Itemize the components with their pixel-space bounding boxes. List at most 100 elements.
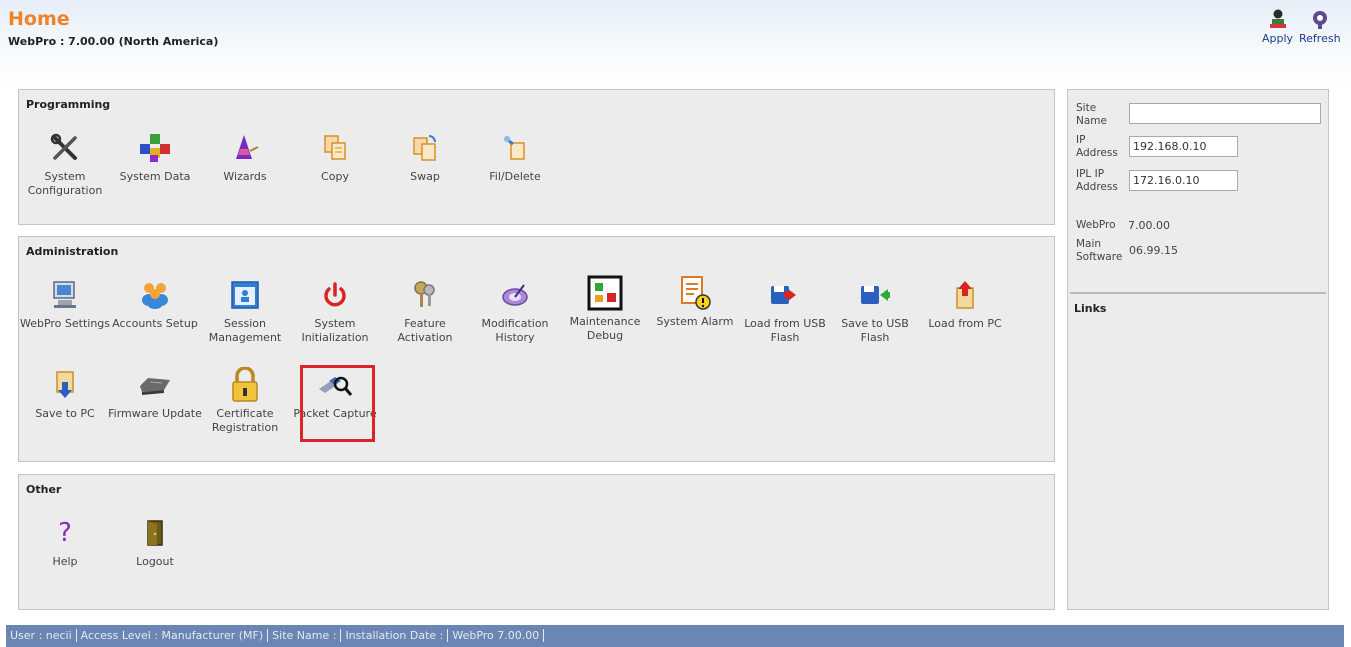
colored-cubes-icon [137, 130, 173, 166]
item-label: Accounts Setup [112, 317, 198, 330]
save-to-usb-flash-item[interactable]: Save to USB Flash [833, 277, 917, 345]
system-data-item[interactable]: System Data [113, 130, 197, 184]
keys-icon [407, 277, 443, 313]
help-item[interactable]: ? Help [23, 515, 107, 569]
status-installation-date: Installation Date : [345, 629, 449, 642]
ip-address-label: IP Address [1076, 134, 1118, 159]
item-label: Save to PC [35, 407, 95, 420]
fill-delete-icon [497, 130, 533, 166]
copy-icon [317, 130, 353, 166]
item-label: System Data [119, 170, 191, 183]
help-icon: ? [58, 518, 72, 548]
system-alarm-item[interactable]: System Alarm [653, 275, 737, 329]
refresh-label: Refresh [1299, 32, 1341, 45]
item-label: Certificate Registration [211, 407, 279, 434]
page-header: Home WebPro : 7.00.00 (North America) Ap… [0, 0, 1351, 86]
tools-icon [47, 130, 83, 166]
debug-icon [587, 275, 623, 311]
firmware-icon [137, 367, 173, 403]
wizard-hat-icon [227, 130, 263, 166]
item-label: Modification History [481, 317, 549, 344]
programming-title: Programming [26, 98, 111, 111]
item-label: System Alarm [656, 315, 734, 328]
status-access-level: Access Level : Manufacturer (MF) [80, 629, 269, 642]
item-label: Swap [410, 170, 440, 183]
session-management-item[interactable]: Session Management [203, 277, 287, 345]
swap-icon [407, 130, 443, 166]
fill-delete-item[interactable]: Fil/Delete [473, 130, 557, 184]
apply-button[interactable]: Apply [1262, 8, 1293, 45]
padlock-icon [227, 367, 263, 403]
swap-item[interactable]: Swap [383, 130, 467, 184]
door-icon [137, 515, 173, 551]
site-name-field[interactable] [1129, 103, 1321, 124]
load-usb-icon [767, 277, 803, 313]
history-icon [497, 277, 533, 313]
accounts-setup-item[interactable]: Accounts Setup [112, 277, 198, 331]
other-title: Other [26, 483, 62, 496]
item-label: Firmware Update [108, 407, 202, 420]
site-info-panel: Site Name IP Address IPL IP Address WebP… [1067, 89, 1329, 610]
maintenance-debug-item[interactable]: Maintenance Debug [563, 275, 647, 343]
ip-address-field[interactable] [1129, 136, 1238, 157]
ipl-ip-address-label: IPL IP Address [1076, 168, 1118, 193]
power-icon [317, 277, 353, 313]
save-to-pc-item[interactable]: Save to PC [23, 367, 107, 421]
logout-item[interactable]: Logout [113, 515, 197, 569]
site-name-label: Site Name [1076, 102, 1107, 127]
ipl-ip-address-field[interactable] [1129, 170, 1238, 191]
version-subtitle: WebPro : 7.00.00 (North America) [8, 35, 219, 48]
load-pc-icon [947, 277, 983, 313]
apply-icon [1269, 9, 1286, 28]
administration-title: Administration [26, 245, 119, 258]
item-label: Feature Activation [397, 317, 453, 344]
status-site-name: Site Name : [272, 629, 342, 642]
copy-item[interactable]: Copy [293, 130, 377, 184]
firmware-update-item[interactable]: Firmware Update [108, 367, 202, 421]
feature-activation-item[interactable]: Feature Activation [383, 277, 467, 345]
modification-history-item[interactable]: Modification History [473, 277, 557, 345]
item-label: Help [52, 555, 78, 568]
packet-capture-item[interactable]: Packet Capture [293, 367, 377, 421]
system-configuration-item[interactable]: System Configuration [23, 130, 107, 198]
item-label: Load from USB Flash [744, 317, 826, 344]
item-label: Packet Capture [293, 407, 377, 420]
packet-capture-icon [317, 367, 353, 403]
load-from-usb-flash-item[interactable]: Load from USB Flash [743, 277, 827, 345]
links-title: Links [1074, 302, 1107, 315]
item-label: System Initialization [301, 317, 369, 344]
status-version: WebPro 7.00.00 [452, 629, 545, 642]
main-software-label: Main Software [1076, 238, 1123, 263]
item-label: WebPro Settings [19, 317, 111, 330]
other-panel: Other ? Help Logout [18, 474, 1055, 610]
item-label: Maintenance Debug [569, 315, 641, 342]
webpro-version-label: WebPro [1076, 219, 1116, 231]
wizards-item[interactable]: Wizards [203, 130, 287, 184]
apply-label: Apply [1262, 32, 1294, 45]
system-initialization-item[interactable]: System Initialization [293, 277, 377, 345]
status-bar: User : necii Access Level : Manufacturer … [6, 625, 1344, 647]
administration-panel: Administration WebPro Settings Accounts [18, 236, 1055, 462]
refresh-button[interactable]: Refresh [1299, 8, 1341, 45]
status-user: User : necii [10, 629, 77, 642]
computer-icon [47, 277, 83, 313]
page-title: Home [8, 8, 70, 30]
load-from-pc-item[interactable]: Load from PC [923, 277, 1007, 331]
item-label: Save to USB Flash [841, 317, 909, 344]
webpro-settings-item[interactable]: WebPro Settings [20, 277, 110, 331]
main-software-value: 06.99.15 [1129, 244, 1178, 257]
item-label: Fil/Delete [489, 170, 541, 183]
save-usb-icon [857, 277, 893, 313]
programming-panel: Programming System Configuration System … [18, 89, 1055, 225]
session-window-icon [227, 277, 263, 313]
refresh-icon [1312, 11, 1327, 29]
certificate-registration-item[interactable]: Certificate Registration [203, 367, 287, 435]
item-label: Load from PC [928, 317, 1002, 330]
item-label: Logout [136, 555, 174, 568]
item-label: Session Management [208, 317, 282, 344]
save-pc-icon [47, 367, 83, 403]
users-icon [137, 277, 173, 313]
item-label: System Configuration [27, 170, 103, 197]
alarm-icon [677, 275, 713, 311]
item-label: Wizards [223, 170, 267, 183]
